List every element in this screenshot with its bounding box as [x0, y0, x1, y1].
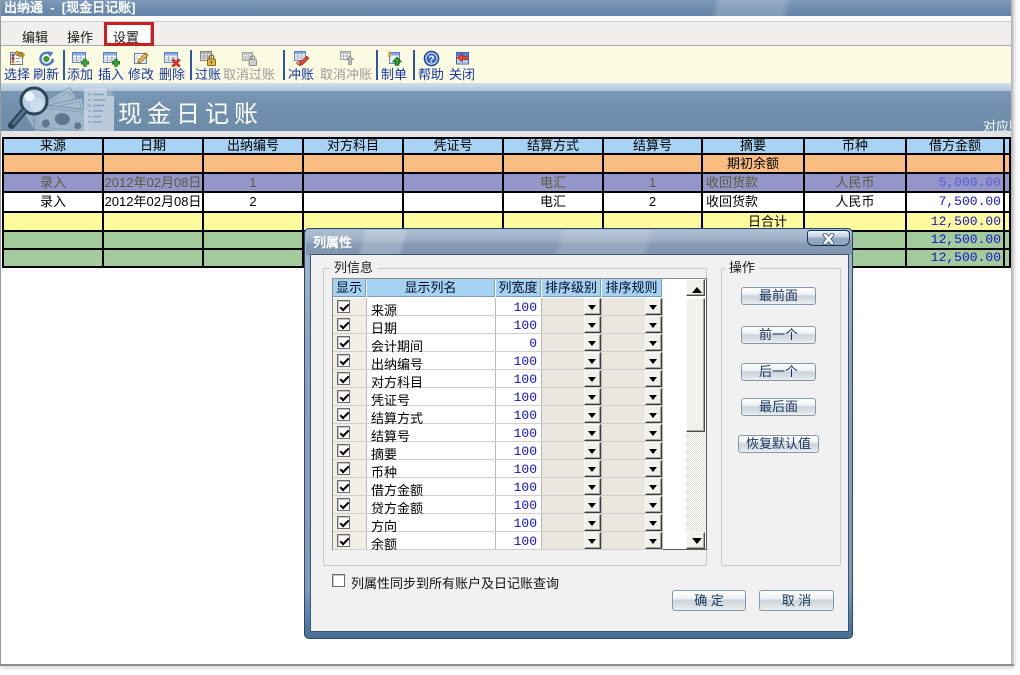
- svg-text:?: ?: [428, 53, 434, 65]
